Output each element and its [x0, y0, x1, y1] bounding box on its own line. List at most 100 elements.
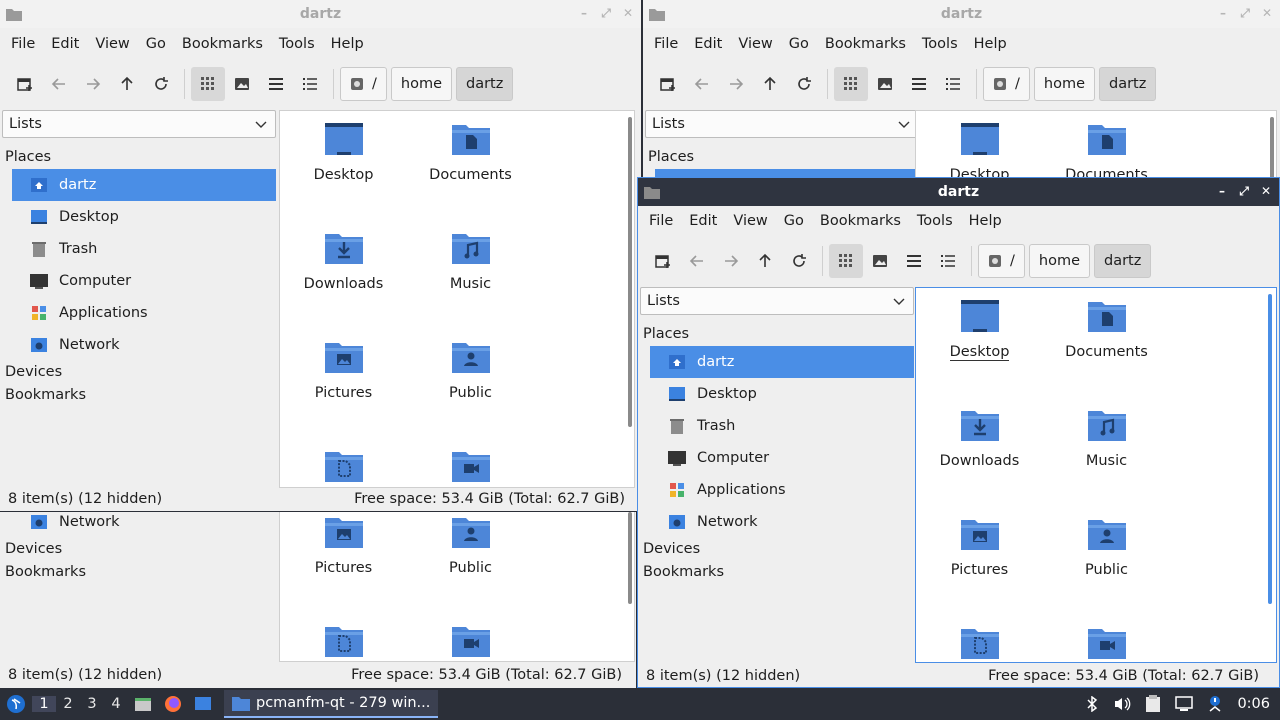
menu-go[interactable]: Go	[138, 36, 174, 52]
file-item[interactable]: Documents	[407, 111, 534, 220]
menu-go[interactable]: Go	[776, 213, 812, 229]
file-view[interactable]: Desktop Documents Downloads Music Pictures Pu…	[279, 110, 635, 488]
path-segment-home[interactable]: home	[1033, 67, 1095, 101]
menu-tools[interactable]: Tools	[271, 36, 323, 52]
file-item[interactable]: Music	[407, 220, 534, 329]
start-menu-button[interactable]	[0, 694, 32, 714]
thumbnail-view-button[interactable]	[863, 244, 897, 278]
reload-button[interactable]	[144, 67, 178, 101]
file-item[interactable]: Pictures	[280, 512, 407, 613]
file-item[interactable]: Public	[407, 329, 534, 438]
maximize-icon[interactable]: ⤢	[599, 6, 613, 20]
file-view[interactable]: Desktop Documents	[915, 110, 1277, 180]
place-item-trash[interactable]: Trash	[650, 410, 914, 442]
place-item-trash[interactable]: Trash	[12, 233, 276, 265]
back-button[interactable]	[685, 67, 719, 101]
forward-button[interactable]	[76, 67, 110, 101]
menu-edit[interactable]: Edit	[43, 36, 87, 52]
bluetooth-icon[interactable]	[1085, 696, 1099, 712]
file-item[interactable]: Desktop	[916, 111, 1043, 180]
detailed-list-button[interactable]	[931, 244, 965, 278]
menu-edit[interactable]: Edit	[681, 213, 725, 229]
file-item[interactable]: Downloads	[916, 397, 1043, 506]
path-segment-home[interactable]: home	[1028, 244, 1090, 278]
place-item-network[interactable]: Network	[650, 506, 914, 538]
forward-button[interactable]	[719, 67, 753, 101]
path-root[interactable]: /	[983, 67, 1030, 101]
detailed-list-button[interactable]	[936, 67, 970, 101]
path-segment-dartz[interactable]: dartz	[1094, 244, 1152, 278]
back-button[interactable]	[42, 67, 76, 101]
new-tab-button[interactable]	[646, 244, 680, 278]
place-item-desktop[interactable]: Desktop	[12, 201, 276, 233]
menu-file[interactable]: File	[646, 36, 686, 52]
vertical-scrollbar[interactable]	[1270, 117, 1274, 180]
minimize-icon[interactable]: –	[1216, 6, 1230, 20]
side-pane-mode-select[interactable]: Lists	[2, 110, 276, 138]
menu-view[interactable]: View	[725, 213, 775, 229]
place-item-dartz[interactable]: dartz	[650, 346, 914, 378]
menu-view[interactable]: View	[87, 36, 137, 52]
path-root[interactable]: /	[340, 67, 387, 101]
menu-edit[interactable]: Edit	[686, 36, 730, 52]
menu-file[interactable]: File	[3, 36, 43, 52]
menu-tools[interactable]: Tools	[909, 213, 961, 229]
close-icon[interactable]: ✕	[621, 6, 635, 20]
file-item[interactable]: Documents	[1043, 288, 1170, 397]
file-item[interactable]: Public	[1043, 506, 1170, 615]
menu-bookmarks[interactable]: Bookmarks	[174, 36, 271, 52]
place-item-applications[interactable]: Applications	[12, 297, 276, 329]
workspace-4[interactable]: 4	[104, 696, 128, 712]
clipboard-icon[interactable]	[1145, 695, 1161, 713]
forward-button[interactable]	[714, 244, 748, 278]
maximize-icon[interactable]: ⤢	[1238, 6, 1252, 20]
place-item-dartz[interactable]: dartz	[12, 169, 276, 201]
reload-button[interactable]	[787, 67, 821, 101]
task-button-pcmanfm[interactable]: pcmanfm-qt - 279 win...	[224, 690, 439, 718]
place-item-network[interactable]: Network	[12, 329, 276, 361]
file-item[interactable]	[407, 438, 534, 487]
file-item[interactable]	[1043, 615, 1170, 662]
menu-tools[interactable]: Tools	[914, 36, 966, 52]
menu-bookmarks[interactable]: Bookmarks	[817, 36, 914, 52]
up-button[interactable]	[110, 67, 144, 101]
menu-help[interactable]: Help	[323, 36, 372, 52]
update-notifier-icon[interactable]	[1207, 695, 1223, 713]
reload-button[interactable]	[782, 244, 816, 278]
vertical-scrollbar[interactable]	[628, 117, 632, 427]
place-item-computer[interactable]: Computer	[650, 442, 914, 474]
file-item[interactable]	[280, 438, 407, 487]
menu-go[interactable]: Go	[781, 36, 817, 52]
compact-view-button[interactable]	[902, 67, 936, 101]
file-item[interactable]: Pictures	[280, 329, 407, 438]
path-root[interactable]: /	[978, 244, 1025, 278]
menu-help[interactable]: Help	[961, 213, 1010, 229]
place-item-network[interactable]: Network	[12, 512, 276, 538]
vertical-scrollbar[interactable]	[628, 512, 632, 604]
detailed-list-button[interactable]	[293, 67, 327, 101]
vertical-scrollbar[interactable]	[1268, 294, 1272, 604]
file-item[interactable]	[280, 613, 407, 661]
icon-view-button[interactable]	[834, 67, 868, 101]
title-bar[interactable]: dartz – ⤢ ✕	[0, 0, 641, 28]
file-item[interactable]	[407, 613, 534, 661]
quicklaunch-desktop[interactable]	[188, 695, 218, 713]
back-button[interactable]	[680, 244, 714, 278]
icon-view-button[interactable]	[829, 244, 863, 278]
side-pane-mode-select[interactable]: Lists	[640, 287, 914, 315]
compact-view-button[interactable]	[897, 244, 931, 278]
menu-help[interactable]: Help	[966, 36, 1015, 52]
file-item[interactable]: Music	[1043, 397, 1170, 506]
quicklaunch-firefox[interactable]	[158, 695, 188, 713]
place-item-desktop[interactable]: Desktop	[650, 378, 914, 410]
title-bar[interactable]: dartz – ⤢ ✕	[638, 178, 1279, 206]
file-view[interactable]: Desktop Documents Downloads Music Pictures Pu…	[915, 287, 1277, 663]
workspace-1[interactable]: 1	[32, 696, 56, 712]
new-tab-button[interactable]	[651, 67, 685, 101]
place-item-applications[interactable]: Applications	[650, 474, 914, 506]
file-item[interactable]: Desktop	[916, 288, 1043, 397]
file-item[interactable]: Public	[407, 512, 534, 613]
file-item[interactable]: Downloads	[280, 220, 407, 329]
path-segment-dartz[interactable]: dartz	[456, 67, 514, 101]
maximize-icon[interactable]: ⤢	[1237, 184, 1251, 198]
